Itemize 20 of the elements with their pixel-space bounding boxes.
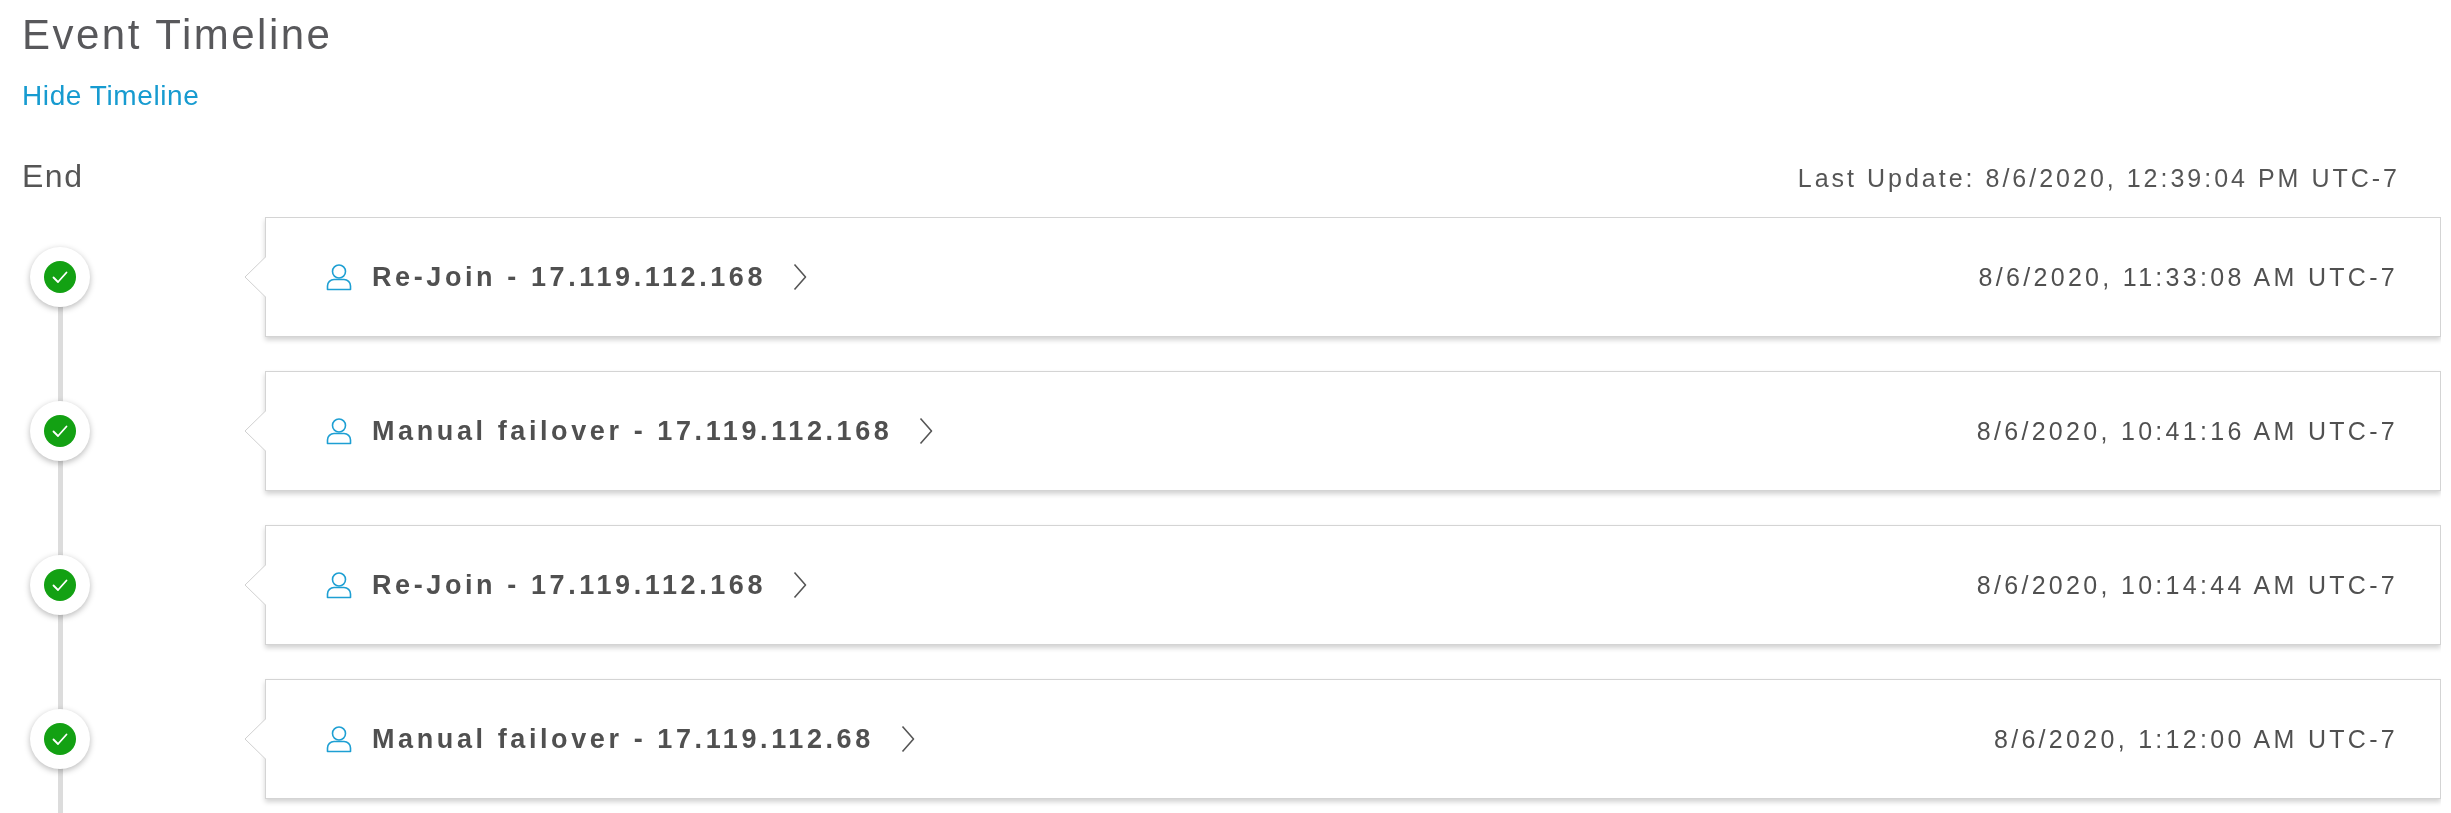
event-timestamp: 8/6/2020, 10:41:16 AM UTC-7 <box>1976 416 2398 446</box>
person-icon <box>325 417 353 445</box>
event-title: Re-Join - 17.119.112.168 <box>372 261 767 293</box>
chevron-right-icon[interactable] <box>919 417 934 445</box>
chevron-right-icon[interactable] <box>900 725 915 753</box>
person-icon <box>325 571 353 599</box>
event-title: Manual failover - 17.119.112.68 <box>372 723 874 755</box>
page-title: Event Timeline <box>22 10 333 59</box>
chevron-right-icon[interactable] <box>793 571 808 599</box>
person-icon <box>325 725 353 753</box>
person-icon <box>325 263 353 291</box>
event-timestamp: 8/6/2020, 11:33:08 AM UTC-7 <box>1978 262 2398 292</box>
event-timestamp: 8/6/2020, 10:14:44 AM UTC-7 <box>1976 570 2398 600</box>
chevron-right-icon[interactable] <box>793 263 808 291</box>
event-title: Re-Join - 17.119.112.168 <box>372 569 767 601</box>
last-update-text: Last Update: 8/6/2020, 12:39:04 PM UTC-7 <box>1797 163 2400 193</box>
event-timestamp: 8/6/2020, 1:12:00 AM UTC-7 <box>1993 724 2398 754</box>
hide-timeline-link[interactable]: Hide Timeline <box>22 79 200 113</box>
event-title: Manual failover - 17.119.112.168 <box>372 415 893 447</box>
end-label: End <box>22 157 84 196</box>
